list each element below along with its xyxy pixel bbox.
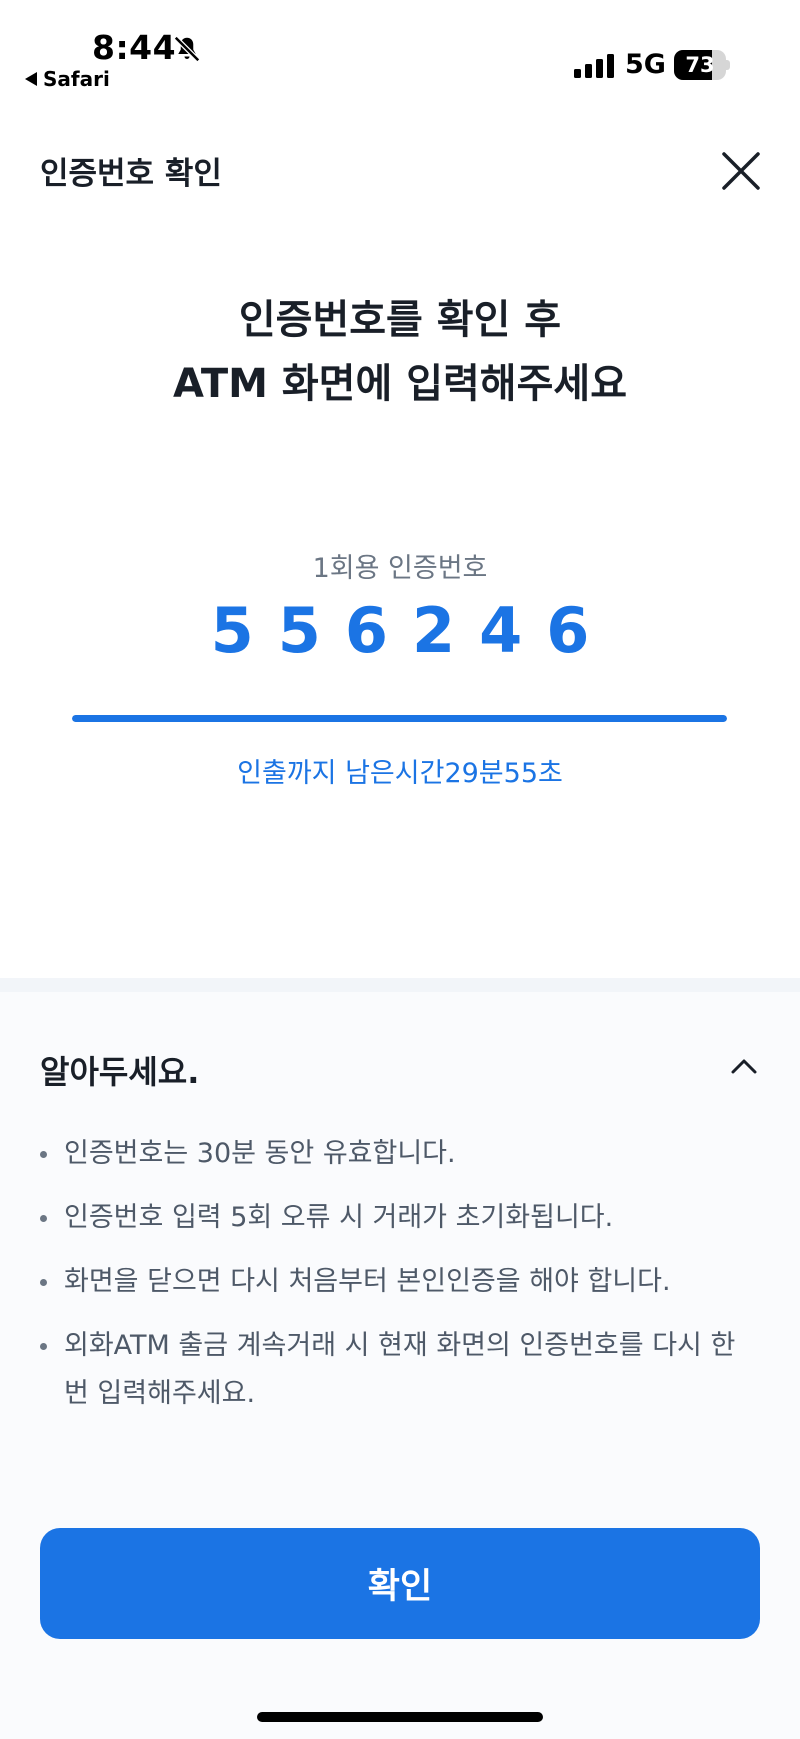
page-title: 인증번호 확인 [40, 156, 222, 192]
status-time: 8:44 [92, 28, 177, 67]
bell-slash-icon [173, 35, 201, 63]
headline-line-1: 인증번호를 확인 후 [238, 297, 562, 343]
notice-item: 인증번호 입력 5회 오류 시 거래가 초기화됩니다. [40, 1194, 750, 1242]
close-icon[interactable] [718, 148, 764, 194]
notice-list: 인증번호는 30분 동안 유효합니다. 인증번호 입력 5회 오류 시 거래가 … [40, 1130, 750, 1434]
network-type: 5G [625, 49, 666, 80]
back-app-label: Safari [43, 67, 110, 91]
notice-title: 알아두세요. [40, 1053, 200, 1091]
instruction-headline: 인증번호를 확인 후 ATM 화면에 입력해주세요 [0, 288, 800, 416]
battery-percent: 73 [685, 53, 715, 77]
verification-code: 556246 [210, 594, 614, 667]
remaining-time-text: 인출까지 남은시간29분55초 [237, 758, 563, 789]
headline-line-2: ATM 화면에 입력해주세요 [173, 361, 627, 407]
notice-item: 외화ATM 출금 계속거래 시 현재 화면의 인증번호를 다시 한 번 입력해주… [40, 1322, 750, 1418]
confirm-button[interactable]: 확인 [40, 1528, 760, 1639]
notice-item: 화면을 닫으면 다시 처음부터 본인인증을 해야 합니다. [40, 1258, 750, 1306]
timer-progress-fill [72, 715, 727, 722]
home-indicator [257, 1712, 543, 1722]
chevron-up-icon[interactable] [726, 1048, 762, 1084]
notice-item: 인증번호는 30분 동안 유효합니다. [40, 1130, 750, 1178]
back-arrow-icon [25, 72, 37, 86]
code-label: 1회용 인증번호 [312, 553, 488, 584]
status-bar: 8:44 Safari 5G 73 [0, 0, 800, 100]
cellular-signal-icon [574, 54, 614, 78]
battery-indicator: 73 [674, 50, 730, 80]
section-divider [0, 978, 800, 992]
back-to-app-link[interactable]: Safari [25, 67, 110, 91]
timer-progress-bar [72, 715, 727, 722]
